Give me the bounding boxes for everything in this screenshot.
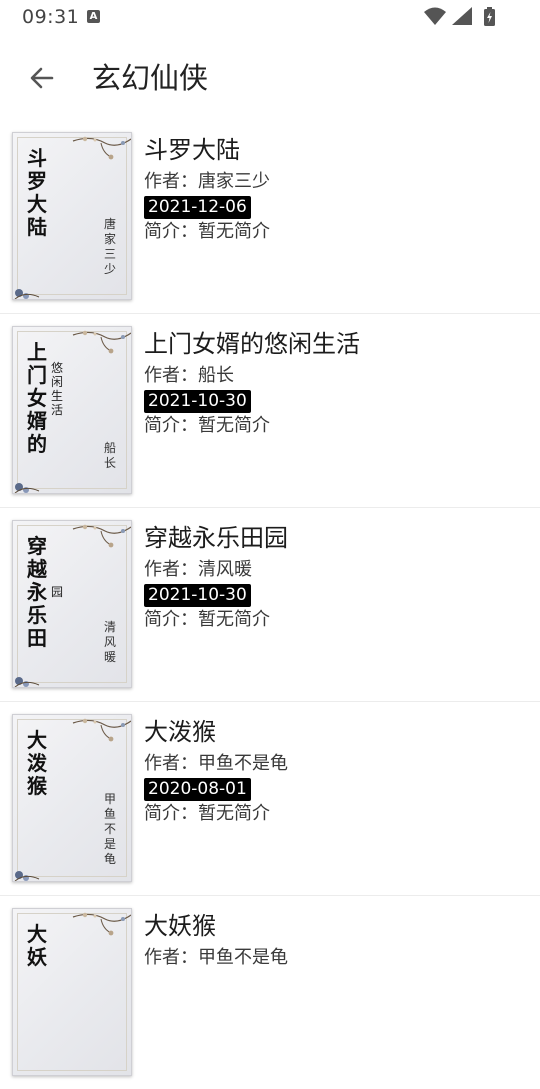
cover-title: 上门女婿的 (27, 340, 47, 456)
book-intro: 简介：暂无简介 (144, 415, 270, 436)
book-intro: 简介：暂无简介 (144, 609, 270, 630)
wifi-icon (424, 7, 446, 25)
floral-decoration-icon (72, 718, 131, 742)
book-cover: 大泼猴 甲鱼不是龟 (12, 714, 132, 882)
book-intro: 简介：暂无简介 (144, 221, 270, 242)
book-cover: 上门女婿的 悠闲生活 船长 (12, 326, 132, 494)
book-date-badge: 2021-10-30 (144, 390, 251, 413)
book-item[interactable]: 斗罗大陆 唐家三少 斗罗大陆 作者：唐家三少 2021-12-06 简介：暂无简… (0, 120, 540, 314)
back-button[interactable] (20, 56, 64, 100)
arrow-back-icon (30, 67, 54, 89)
book-item[interactable]: 大泼猴 甲鱼不是龟 大泼猴 作者：甲鱼不是龟 2020-08-01 简介：暂无简… (0, 702, 540, 896)
book-title: 穿越永乐田园 (144, 524, 288, 552)
cover-title: 大泼猴 (27, 728, 47, 798)
book-date-badge: 2021-10-30 (144, 584, 251, 607)
book-item[interactable]: 大妖 大妖猴 作者：甲鱼不是龟 (0, 896, 540, 1089)
book-cover: 斗罗大陆 唐家三少 (12, 132, 132, 300)
floral-decoration-icon (72, 136, 131, 160)
cover-subtitle: 悠闲生活 (50, 361, 63, 417)
book-author: 作者：甲鱼不是龟 (144, 947, 288, 968)
cover-title: 斗罗大陆 (27, 146, 47, 239)
status-bar: 09:31 A (0, 0, 540, 34)
book-intro: 简介：暂无简介 (144, 803, 270, 824)
flower-decoration-icon (14, 483, 40, 493)
cover-author: 甲鱼不是龟 (103, 792, 116, 866)
book-item[interactable]: 上门女婿的 悠闲生活 船长 上门女婿的悠闲生活 作者：船长 2021-10-30… (0, 314, 540, 508)
book-list: 斗罗大陆 唐家三少 斗罗大陆 作者：唐家三少 2021-12-06 简介：暂无简… (0, 120, 540, 1089)
book-title: 大妖猴 (144, 912, 216, 940)
book-title: 大泼猴 (144, 718, 216, 746)
book-item[interactable]: 穿越永乐田 园 清风暖 穿越永乐田园 作者：清风暖 2021-10-30 简介：… (0, 508, 540, 702)
floral-decoration-icon (72, 912, 131, 936)
page-title: 玄幻仙侠 (92, 61, 209, 95)
status-time: 09:31 (22, 6, 80, 28)
book-author: 作者：唐家三少 (144, 171, 270, 192)
cover-author: 唐家三少 (103, 217, 116, 276)
book-cover: 穿越永乐田 园 清风暖 (12, 520, 132, 688)
cover-subtitle: 园 (50, 585, 63, 599)
flower-decoration-icon (14, 677, 40, 687)
status-icons (424, 7, 495, 26)
flower-decoration-icon (14, 289, 40, 299)
floral-decoration-icon (72, 330, 131, 354)
cover-author: 清风暖 (103, 620, 116, 664)
book-author: 作者：甲鱼不是龟 (144, 753, 288, 774)
notification-icon: A (87, 10, 100, 23)
book-author: 作者：清风暖 (144, 559, 252, 580)
book-author: 作者：船长 (144, 365, 234, 386)
book-date-badge: 2020-08-01 (144, 778, 251, 801)
cover-author: 船长 (103, 441, 116, 470)
battery-icon (484, 7, 495, 26)
book-title: 斗罗大陆 (144, 136, 240, 164)
floral-decoration-icon (72, 524, 131, 548)
cover-title: 穿越永乐田 (27, 534, 47, 650)
book-date-badge: 2021-12-06 (144, 196, 251, 219)
book-title: 上门女婿的悠闲生活 (144, 330, 360, 358)
signal-icon (452, 7, 472, 25)
book-cover: 大妖 (12, 908, 132, 1076)
cover-title: 大妖 (27, 922, 47, 969)
flower-decoration-icon (14, 871, 40, 881)
app-bar: 玄幻仙侠 (0, 34, 540, 122)
